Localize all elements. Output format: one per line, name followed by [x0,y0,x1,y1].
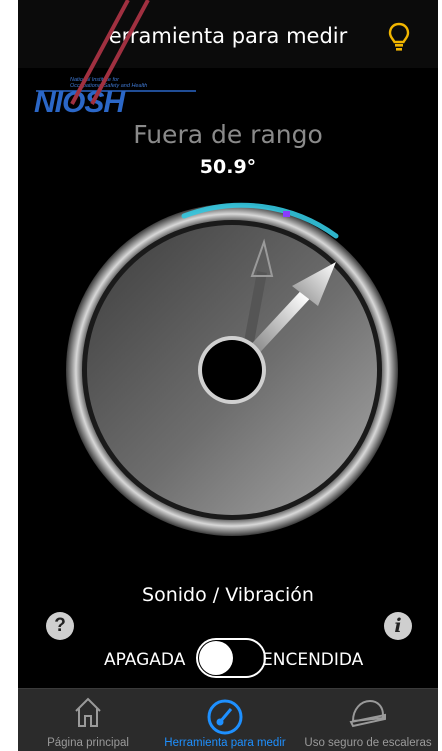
tab-measuring-tool[interactable]: Herramienta para medir [140,689,310,751]
toggle-off-label: APAGADA [104,650,186,670]
tab-tool-label: Herramienta para medir [164,737,286,749]
lightbulb-icon[interactable] [388,22,410,52]
gauge-hub [202,340,262,400]
hard-hat-icon [349,699,386,728]
tab-ladder-safety[interactable]: Uso seguro de escaleras [298,689,438,751]
toggle-on-label: ENCENDIDA [262,650,364,670]
toggle-knob [199,641,233,675]
svg-text:NIOSH: NIOSH [34,86,126,114]
range-status: Fuera de rango [133,120,323,149]
tab-bar: Página principal Herramienta para medir … [18,688,438,751]
niosh-logo: National Institute for Occupational Safe… [32,72,197,119]
angle-readout: 50.9° [199,156,257,178]
help-icon[interactable]: ? [46,612,74,640]
sound-vibration-label: Sonido / Vibración [142,584,314,606]
app-screen: erramienta para medir National Institute… [18,0,438,751]
header-title: erramienta para medir [108,24,348,48]
info-icon[interactable]: i [384,612,412,640]
tab-home[interactable]: Página principal [18,689,158,751]
sound-toggle[interactable] [196,638,266,678]
angle-gauge [66,202,398,536]
gauge-icon [207,699,243,735]
range-marker [283,211,290,217]
home-icon [75,697,101,727]
nav-header: erramienta para medir [18,0,438,68]
tab-ladder-label: Uso seguro de escaleras [304,737,432,749]
tab-home-label: Página principal [47,737,129,749]
